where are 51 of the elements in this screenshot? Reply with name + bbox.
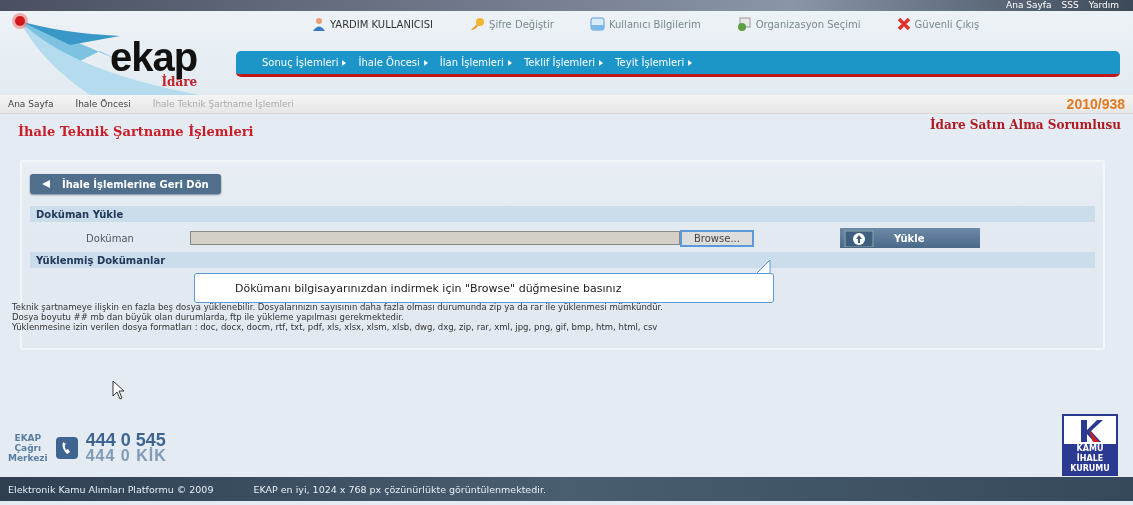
menu-item[interactable]: Teyit İşlemleri	[609, 57, 699, 68]
top-link[interactable]: Ana Sayfa	[1006, 1, 1052, 10]
resolution-note: EKAP en iyi, 1024 x 768 px çözünürlükte görüntülenmektedir.	[253, 483, 546, 495]
file-path-field[interactable]	[190, 231, 680, 245]
link-label: Güvenli Çıkış	[914, 18, 980, 30]
logo-caption: KURUMU	[1064, 464, 1116, 474]
header-link[interactable]: YARDIM KULLANICISI	[312, 17, 434, 31]
info-text: Yüklenmesine izin verilen dosya formatları : doc, docx, docm, rtf, txt, pdf, xls, xlsx, xlsm, xlsb, dwg, dxg, zip, rar, xml, jpg, png, gif, bmp, htm, html, csv	[12, 322, 659, 332]
menu-item[interactable]: İlan İşlemleri	[433, 57, 518, 68]
header-link[interactable]: Organizasyon Seçimi	[736, 17, 861, 31]
link-label: YARDIM KULLANICISI	[330, 18, 434, 30]
header-link[interactable]: Kullanıcı Bilgilerim	[589, 17, 701, 31]
info-text: Dosya boyutu ## mb dan büyük olan durumlarda, ftp ile yükleme yapılması gerekmektedir.	[12, 312, 405, 322]
cursor-icon	[112, 380, 126, 400]
call-center-label: EKAP Çağrı Merkezi	[8, 432, 48, 463]
record-number: 2010/938	[1066, 96, 1125, 112]
phone-alias: 444 0 KİK	[85, 448, 167, 463]
top-link[interactable]: SSS	[1061, 1, 1079, 10]
section-header: Yüklenmiş Dokümanlar	[30, 252, 1095, 268]
organization-icon	[736, 17, 752, 31]
back-button[interactable]: İhale İşlemlerine Geri Dön	[30, 174, 221, 194]
upload-button[interactable]: Yükle	[839, 228, 980, 248]
upload-icon	[843, 229, 874, 247]
header-link[interactable]: Şifre Değiştir	[469, 17, 554, 31]
link-label: Organizasyon Seçimi	[755, 18, 861, 30]
breadcrumb-item[interactable]: İhale Öncesi	[75, 99, 153, 109]
browse-button[interactable]: Browse...	[680, 229, 754, 247]
section-header: Doküman Yükle	[30, 206, 1095, 222]
info-text: Teknik şartnameye ilişkin en fazla beş dosya yüklenebilir. Dosyalarınızın sayısının daha fazla olması durumunda zip ya da rar ile yüklenmesi mümkündür.	[12, 302, 664, 312]
field-label: Doküman	[85, 232, 135, 244]
page-title: İhale Teknik Şartname İşlemleri	[18, 124, 254, 141]
key-icon	[469, 17, 486, 31]
phone-icon	[55, 436, 78, 459]
document-icon	[589, 17, 605, 31]
logo-caption: İHALE	[1064, 454, 1116, 464]
top-link[interactable]: Yardım	[1088, 1, 1119, 10]
menu-item[interactable]: Sonuç İşlemleri	[256, 57, 353, 68]
tooltip-text: Dökümanı bilgisayarınızdan indirmek için "Browse" düğmesine basınız	[235, 281, 622, 295]
copyright-text: Elektronik Kamu Alımları Platformu © 2009	[8, 483, 214, 495]
header-link[interactable]: Güvenli Çıkış	[896, 17, 980, 31]
menu-item[interactable]: Teklif İşlemleri	[517, 57, 610, 68]
logo-caption: KAMU	[1064, 444, 1116, 454]
close-icon	[896, 17, 911, 31]
menu-item[interactable]: İhale Öncesi	[352, 57, 434, 68]
back-arrow-icon	[42, 180, 50, 188]
link-label: Kullanıcı Bilgilerim	[608, 18, 701, 30]
user-role: İdare Satın Alma Sorumlusu	[929, 118, 1121, 134]
breadcrumb-item[interactable]: Ana Sayfa	[8, 99, 76, 109]
phone-number: 444 0 545	[85, 432, 167, 448]
link-label: Şifre Değiştir	[489, 18, 554, 30]
user-icon	[312, 17, 326, 31]
